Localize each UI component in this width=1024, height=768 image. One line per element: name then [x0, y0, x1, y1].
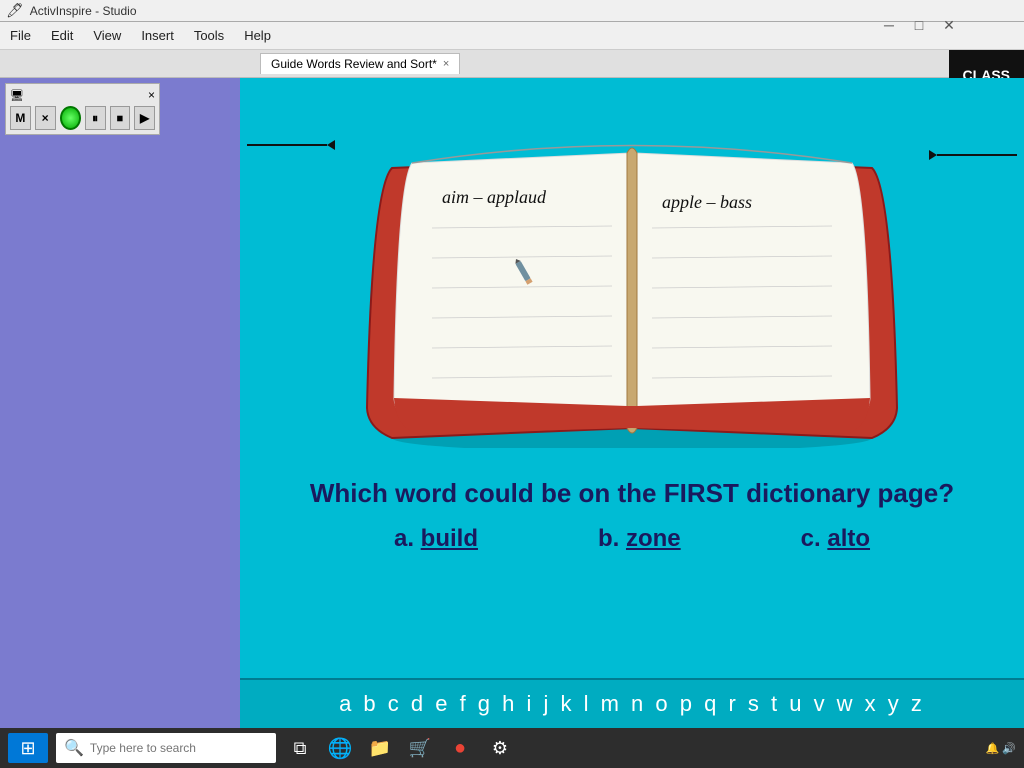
right-arrow-line: [937, 154, 1017, 156]
maximize-button[interactable]: □: [904, 11, 934, 39]
toolbar-btn-x[interactable]: ×: [35, 106, 56, 130]
task-view-button[interactable]: ⧉: [284, 732, 316, 764]
edge-icon[interactable]: 🌐: [324, 732, 356, 764]
toolbar-btn-m[interactable]: M: [10, 106, 31, 130]
left-arrowhead: [327, 140, 335, 150]
app-title: ActivInspire - Studio: [30, 4, 137, 18]
answer-a-prefix: a.: [394, 525, 421, 552]
menu-help[interactable]: Help: [234, 24, 281, 47]
right-arrowhead: [929, 150, 937, 160]
minimize-button[interactable]: ─: [874, 11, 904, 39]
left-guide-arrow: [247, 140, 335, 150]
menu-insert[interactable]: Insert: [131, 24, 184, 47]
tab-bar: Guide Words Review and Sort* × CLASS: [0, 50, 1024, 78]
question-area: Which word could be on the FIRST diction…: [310, 478, 954, 553]
tab-label: Guide Words Review and Sort*: [271, 57, 437, 71]
file-explorer-icon[interactable]: 📁: [364, 732, 396, 764]
start-button[interactable]: ⊞: [8, 733, 48, 763]
search-input[interactable]: [90, 741, 268, 755]
svg-text:apple – bass: apple – bass: [662, 192, 752, 212]
answer-b[interactable]: b. zone: [598, 525, 681, 553]
tab-close-icon[interactable]: ×: [443, 58, 449, 70]
answer-c[interactable]: c. alto: [801, 525, 870, 553]
toolbar-btn-play[interactable]: ▶: [134, 106, 155, 130]
toolbar-buttons: M × ⏸ ⏹ ▶: [10, 106, 155, 130]
content-area: aim – applaud apple – bass Which word co…: [240, 78, 1024, 728]
toolbar-icon: 🖥: [10, 89, 24, 102]
tab-guide-words[interactable]: Guide Words Review and Sort* ×: [260, 53, 460, 74]
menu-tools[interactable]: Tools: [184, 24, 234, 47]
app-icon-extra[interactable]: ⚙: [484, 732, 516, 764]
right-guide-arrow: [929, 150, 1017, 160]
search-bar[interactable]: 🔍: [56, 733, 276, 763]
menu-edit[interactable]: Edit: [41, 24, 83, 47]
answer-b-prefix: b.: [598, 525, 626, 552]
app-icon: 🖊: [6, 2, 24, 19]
taskbar: ⊞ 🔍 ⧉ 🌐 📁 🛒 ● ⚙ 🔔 🔊: [0, 728, 1024, 768]
answer-c-prefix: c.: [801, 525, 828, 552]
taskbar-right: 🔔 🔊: [986, 742, 1016, 755]
left-arrow-line: [247, 144, 327, 146]
window-controls: ─ □ ✕: [874, 0, 964, 50]
store-icon[interactable]: 🛒: [404, 732, 436, 764]
book-image: aim – applaud apple – bass: [332, 108, 932, 448]
answers: a. build b. zone c. alto: [310, 525, 954, 553]
chrome-icon[interactable]: ●: [444, 732, 476, 764]
system-tray: 🔔 🔊: [986, 742, 1016, 755]
question-text: Which word could be on the FIRST diction…: [310, 478, 954, 509]
answer-a-word[interactable]: build: [421, 525, 478, 552]
answer-c-word[interactable]: alto: [827, 525, 870, 552]
toolbar-close-button[interactable]: ×: [148, 88, 155, 102]
answer-a[interactable]: a. build: [394, 525, 478, 553]
sidebar: 🖥 × M × ⏸ ⏹ ▶: [0, 78, 240, 728]
toolbar-btn-pause[interactable]: ⏸: [85, 106, 106, 130]
menu-file[interactable]: File: [0, 24, 41, 47]
menu-bar: File Edit View Insert Tools Help: [0, 22, 1024, 50]
toolbar-btn-stop[interactable]: ⏹: [110, 106, 131, 130]
svg-text:aim – applaud: aim – applaud: [442, 187, 547, 207]
close-button[interactable]: ✕: [934, 11, 964, 39]
toolbar-btn-record[interactable]: [60, 106, 81, 130]
menu-view[interactable]: View: [83, 24, 131, 47]
search-icon: 🔍: [64, 738, 84, 758]
book-svg: aim – applaud apple – bass: [332, 108, 932, 448]
alphabet-text: a b c d e f g h i j k l m n o p q r s t …: [339, 691, 925, 717]
answer-b-word[interactable]: zone: [626, 525, 681, 552]
toolbar-panel: 🖥 × M × ⏸ ⏹ ▶: [5, 83, 160, 135]
main-area: 🖥 × M × ⏸ ⏹ ▶: [0, 78, 1024, 728]
title-bar: 🖊 ActivInspire - Studio ─ □ ✕: [0, 0, 1024, 22]
toolbar-title-bar: 🖥 ×: [10, 88, 155, 102]
alphabet-bar: a b c d e f g h i j k l m n o p q r s t …: [240, 678, 1024, 728]
